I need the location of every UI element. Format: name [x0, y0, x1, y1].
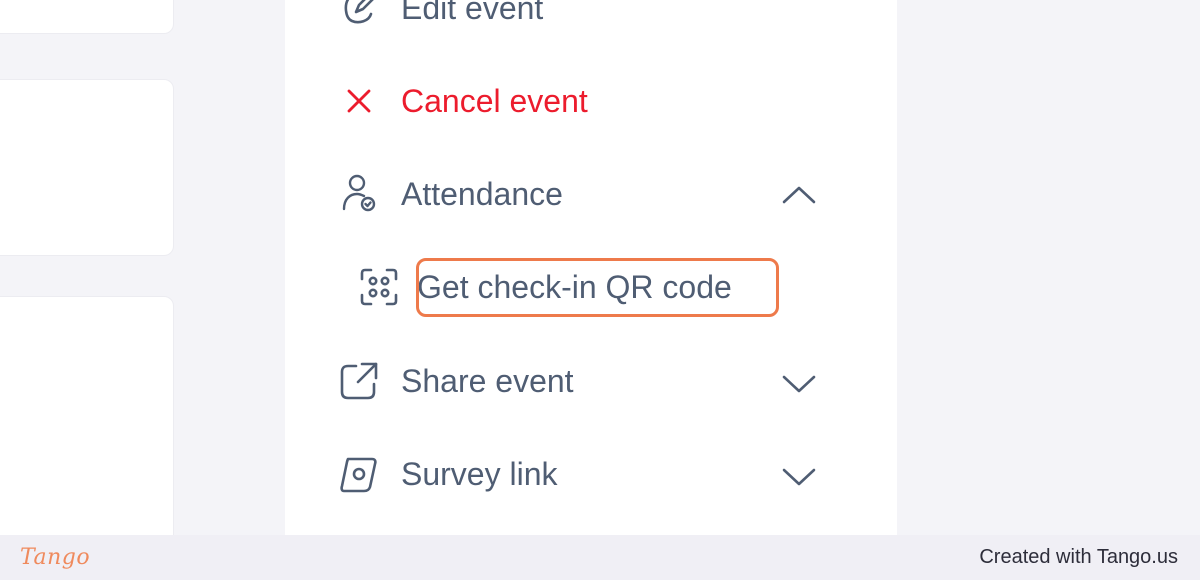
menu-item-attendance[interactable]: Attendance — [341, 169, 563, 219]
created-with-credit[interactable]: Created with Tango.us — [979, 546, 1178, 569]
menu-item-share-event[interactable]: Share event — [340, 356, 574, 406]
left-panel — [0, 0, 230, 535]
survey-icon — [335, 450, 383, 498]
cancel-event-label: Cancel event — [401, 82, 588, 119]
chevron-down-icon[interactable] — [775, 457, 823, 497]
user-check-icon — [335, 170, 383, 218]
menu-item-cancel-event[interactable]: Cancel event — [341, 76, 588, 126]
close-icon — [335, 77, 383, 125]
chevron-down-icon[interactable] — [775, 364, 823, 404]
screenshot-stage: Edit event Cancel event Attendance Get c… — [0, 0, 1200, 535]
share-event-label: Share event — [401, 362, 574, 399]
left-card[interactable] — [0, 296, 174, 535]
tango-logo[interactable]: Tango — [20, 545, 90, 570]
step-highlight-box — [416, 258, 779, 317]
left-card[interactable] — [0, 0, 174, 34]
event-actions-menu: Edit event Cancel event Attendance Get c… — [285, 0, 897, 535]
chevron-up-icon[interactable] — [775, 175, 823, 215]
footer-bar: Tango Created with Tango.us — [0, 535, 1200, 580]
qr-scan-icon — [355, 263, 403, 311]
external-link-icon — [335, 357, 383, 405]
attendance-label: Attendance — [401, 175, 563, 212]
menu-item-edit-event[interactable]: Edit event — [341, 0, 543, 33]
left-card[interactable] — [0, 79, 174, 256]
edit-event-label: Edit event — [401, 0, 544, 26]
survey-link-label: Survey link — [401, 455, 558, 492]
edit-icon — [335, 0, 383, 32]
menu-item-survey-link[interactable]: Survey link — [340, 449, 558, 499]
